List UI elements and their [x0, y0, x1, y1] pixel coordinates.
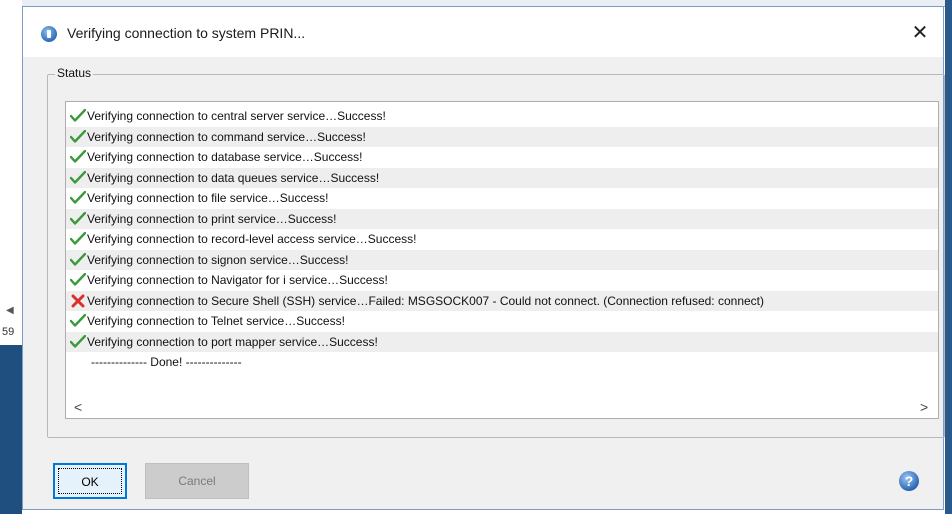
checkmark-icon: [70, 334, 86, 348]
checkmark-icon: [70, 273, 86, 286]
checkmark-icon: [70, 211, 86, 225]
list-item-text: Verifying connection to data queues serv…: [87, 170, 380, 185]
list-item: -------------- Done! --------------: [66, 352, 938, 373]
list-item: Verifying connection to record-level acc…: [66, 229, 938, 250]
list-item-text: -------------- Done! --------------: [91, 355, 242, 369]
help-icon[interactable]: ?: [899, 471, 919, 491]
focus-rectangle: [58, 468, 122, 494]
checkmark-icon: [70, 170, 86, 184]
list-item: Verifying connection to database service…: [66, 147, 938, 168]
list-item-text: Verifying connection to database service…: [87, 150, 363, 164]
status-list[interactable]: Verifying connection to central server s…: [65, 101, 939, 419]
checkmark-icon: [70, 232, 86, 245]
status-group-label: Status: [55, 66, 94, 80]
list-item-text: Verifying connection to signon service…S…: [87, 252, 349, 267]
cancel-button-label: Cancel: [178, 474, 216, 488]
background-scroll-arrow-icon: ◀: [6, 305, 14, 316]
close-button[interactable]: ✕: [903, 19, 937, 47]
title-bar[interactable]: Verifying connection to system PRIN... ✕: [23, 7, 943, 57]
cancel-button[interactable]: Cancel: [145, 463, 249, 499]
list-item-text: Verifying connection to file service…Suc…: [87, 191, 329, 205]
list-item: Verifying connection to data queues serv…: [66, 167, 938, 188]
checkmark-icon: [70, 191, 86, 204]
list-item: Verifying connection to port mapper serv…: [66, 331, 938, 352]
scroll-right-arrow-icon[interactable]: >: [920, 399, 928, 415]
list-item: Verifying connection to Telnet service…S…: [66, 311, 938, 332]
red-x-icon: [71, 294, 85, 307]
list-item: Verifying connection to print service…Su…: [66, 208, 938, 229]
list-item-text: Verifying connection to record-level acc…: [87, 232, 417, 246]
list-item: Verifying connection to signon service…S…: [66, 249, 938, 270]
list-item: Verifying connection to central server s…: [66, 106, 938, 127]
checkmark-icon: [70, 129, 86, 143]
checkmark-icon: [70, 314, 86, 327]
list-item: Verifying connection to Navigator for i …: [66, 270, 938, 291]
verify-connection-dialog: Verifying connection to system PRIN... ✕…: [22, 6, 945, 510]
background-app-panel: [0, 345, 22, 514]
background-app-right: [945, 0, 952, 514]
scroll-left-arrow-icon[interactable]: <: [74, 399, 82, 415]
status-rows: Verifying connection to central server s…: [66, 106, 938, 373]
horizontal-scrollbar[interactable]: < >: [66, 398, 938, 418]
list-item-text: Verifying connection to central server s…: [87, 109, 386, 123]
list-item-text: Verifying connection to Navigator for i …: [87, 273, 388, 287]
list-item-text: Verifying connection to Telnet service…S…: [87, 314, 345, 328]
list-item-text: Verifying connection to port mapper serv…: [87, 334, 378, 349]
checkmark-icon: [70, 109, 86, 122]
background-text-fragment: 59: [2, 326, 15, 338]
list-item-text: Verifying connection to print service…Su…: [87, 211, 337, 226]
dialog-title: Verifying connection to system PRIN...: [67, 25, 306, 41]
checkmark-icon: [70, 150, 86, 163]
list-item-text: Verifying connection to Secure Shell (SS…: [87, 293, 764, 308]
app-globe-icon: [41, 26, 57, 42]
ok-button[interactable]: OK: [53, 463, 127, 499]
list-item: Verifying connection to command service……: [66, 126, 938, 147]
checkmark-icon: [70, 252, 86, 266]
list-item-text: Verifying connection to command service……: [87, 129, 366, 144]
list-item: Verifying connection to file service…Suc…: [66, 188, 938, 209]
list-item: Verifying connection to Secure Shell (SS…: [66, 290, 938, 311]
